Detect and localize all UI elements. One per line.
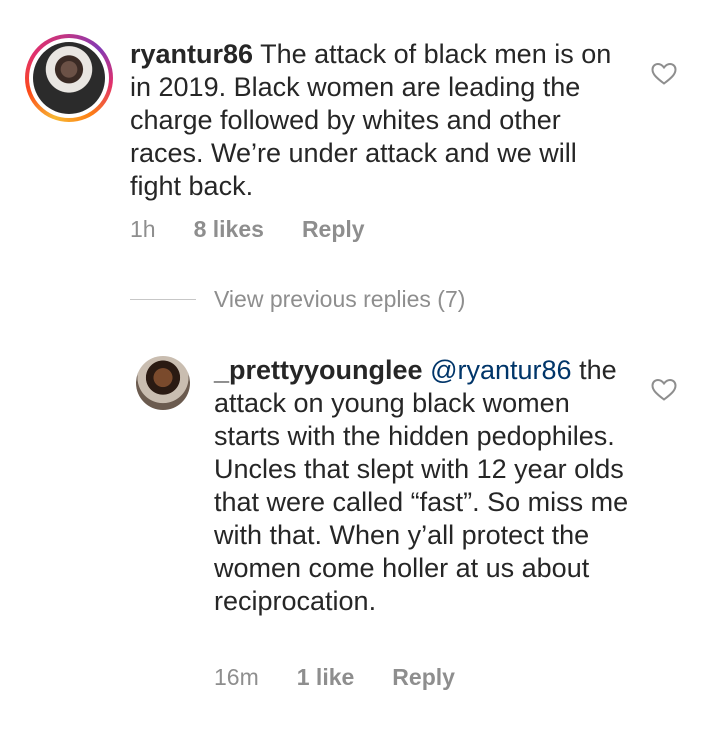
comment-username[interactable]: ryantur86 [130, 39, 253, 69]
avatar-with-story-ring[interactable] [25, 34, 113, 122]
comment-body: _prettyyounglee @ryantur86 the attack on… [214, 354, 634, 618]
view-replies-label[interactable]: View previous replies (7) [214, 286, 465, 313]
likes-count[interactable]: 1 like [297, 664, 355, 691]
comment-text: the attack on young black women starts w… [214, 355, 629, 616]
mention-link[interactable]: @ryantur86 [430, 355, 571, 385]
avatar [33, 42, 105, 114]
reply-button[interactable]: Reply [392, 664, 455, 691]
comment-body: ryantur86 The attack of black men is on … [130, 38, 630, 203]
comment-meta: 1h 8 likes Reply [130, 216, 403, 243]
heart-icon[interactable] [651, 62, 677, 86]
avatar[interactable] [136, 356, 190, 410]
reply-button[interactable]: Reply [302, 216, 365, 243]
comment-time: 16m [214, 664, 259, 690]
comment-meta: 16m 1 like Reply [214, 664, 493, 691]
likes-count[interactable]: 8 likes [194, 216, 264, 243]
view-previous-replies[interactable]: View previous replies (7) [130, 286, 465, 313]
heart-icon[interactable] [651, 378, 677, 402]
replies-divider [130, 299, 196, 300]
comments-thread: ryantur86 The attack of black men is on … [0, 0, 720, 732]
comment-username[interactable]: _prettyyounglee [214, 355, 423, 385]
comment-time: 1h [130, 216, 156, 242]
